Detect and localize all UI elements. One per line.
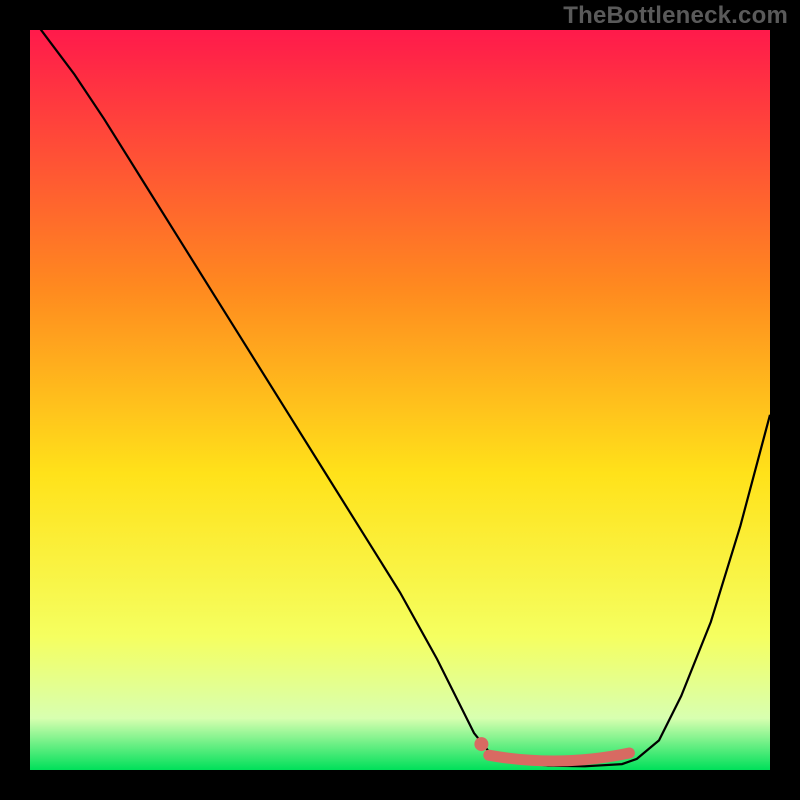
chart-svg	[0, 0, 800, 800]
optimal-point-marker	[474, 737, 488, 751]
chart-frame: { "watermark": "TheBottleneck.com", "col…	[0, 0, 800, 800]
plot-background	[30, 30, 770, 770]
